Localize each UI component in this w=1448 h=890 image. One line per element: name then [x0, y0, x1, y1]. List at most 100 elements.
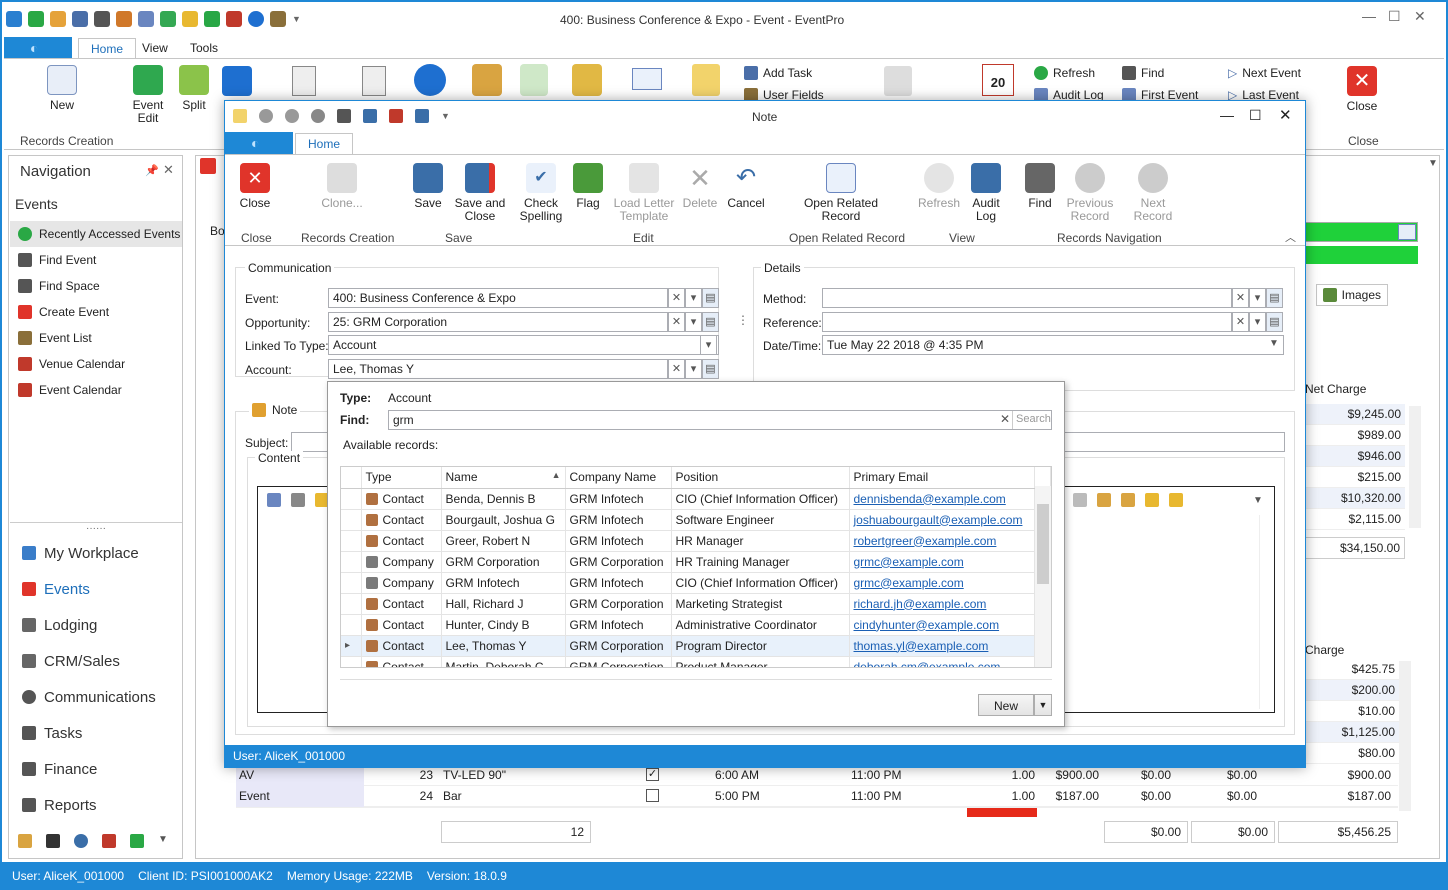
- linked-type-select[interactable]: Account: [328, 335, 719, 355]
- lookup-icon[interactable]: ▤: [702, 312, 719, 332]
- mail-icon[interactable]: [632, 68, 662, 90]
- chevron-down-icon[interactable]: ▾: [1249, 288, 1266, 308]
- nav-close-icon[interactable]: ✕: [163, 162, 174, 178]
- user-icon[interactable]: [50, 11, 66, 27]
- grid-icon[interactable]: [138, 11, 154, 27]
- column-company[interactable]: Company Name: [565, 467, 672, 489]
- notes-icon[interactable]: [692, 64, 720, 96]
- chevron-down-icon[interactable]: ▾: [685, 288, 702, 308]
- dialog-find-button[interactable]: Find: [1025, 163, 1055, 210]
- nav-item-find-space[interactable]: Find Space: [10, 273, 182, 299]
- event-edit-button[interactable]: Event Edit: [128, 65, 168, 125]
- chevron-down-icon[interactable]: ▼: [158, 834, 168, 848]
- refresh-icon[interactable]: [311, 109, 325, 123]
- back-icon[interactable]: [259, 109, 273, 123]
- tab-view[interactable]: View: [130, 38, 180, 58]
- clear-icon[interactable]: ✕: [668, 288, 685, 308]
- export-icon[interactable]: [362, 66, 386, 96]
- dialog-audit-log-button[interactable]: Audit Log: [971, 163, 1001, 223]
- table-row[interactable]: Contact Greer, Robert N GRM Infotech HR Man…: [341, 530, 1051, 552]
- import-icon[interactable]: [292, 66, 316, 96]
- chevron-down-icon[interactable]: ▼: [1269, 338, 1279, 349]
- find-text-icon[interactable]: [1145, 493, 1159, 507]
- table-row[interactable]: Contact Bourgault, Joshua G GRM Infotech So…: [341, 509, 1051, 531]
- dialog-minimize-icon[interactable]: —: [1220, 107, 1234, 123]
- chevron-down-icon[interactable]: ▼: [292, 14, 301, 24]
- module-crm-sales[interactable]: CRM/Sales: [10, 643, 182, 679]
- module-communications[interactable]: Communications: [10, 679, 182, 715]
- dialog-close-button[interactable]: ✕ Close: [237, 163, 273, 210]
- pin-icon[interactable]: 📌: [145, 164, 159, 177]
- popup-find-input[interactable]: grm: [388, 410, 1052, 430]
- clear-icon[interactable]: ✕: [668, 312, 685, 332]
- chevron-down-icon[interactable]: ▼: [441, 111, 450, 121]
- nav-item-event-list[interactable]: Event List: [10, 325, 182, 351]
- clear-icon[interactable]: ✕: [668, 359, 685, 379]
- popup-new-button[interactable]: New: [978, 694, 1034, 716]
- module-my-workplace[interactable]: My Workplace: [10, 535, 182, 571]
- module-reports[interactable]: Reports: [10, 787, 182, 823]
- table-row[interactable]: Contact Hall, Richard J GRM Corporation Mar…: [341, 593, 1051, 615]
- info-icon[interactable]: [414, 64, 446, 96]
- maximize-icon[interactable]: ☐: [1388, 8, 1401, 25]
- close-event-button[interactable]: ✕ Close: [1344, 66, 1380, 113]
- account-field[interactable]: Lee, Thomas Y: [328, 359, 668, 379]
- chevron-down-icon[interactable]: ▾: [1249, 312, 1266, 332]
- splitter-dots[interactable]: ⋮: [737, 313, 749, 327]
- minimize-icon[interactable]: —: [1362, 8, 1376, 24]
- save-close-icon[interactable]: [389, 109, 403, 123]
- add-doc-icon[interactable]: [160, 11, 176, 27]
- nav-item-create-event[interactable]: Create Event: [10, 299, 182, 325]
- email-link[interactable]: thomas.yl@example.com: [854, 639, 989, 653]
- nav-item-venue-calendar[interactable]: Venue Calendar: [10, 351, 182, 377]
- cell-email[interactable]: grmc@example.com: [849, 572, 1035, 594]
- table-row[interactable]: Event 24 Bar 5:00 PM 11:00 PM 1.00 $187.00 $0.0…: [236, 786, 1398, 807]
- dialog-refresh-button[interactable]: Refresh: [917, 163, 961, 210]
- check-spelling-button[interactable]: ✔ Check Spelling: [520, 163, 562, 223]
- cell-email[interactable]: joshuabourgault@example.com: [849, 509, 1035, 531]
- zoom-icon[interactable]: [291, 493, 305, 507]
- find-button[interactable]: Find: [1122, 66, 1164, 80]
- chevron-down-icon[interactable]: ▼: [1253, 495, 1263, 506]
- column-type[interactable]: Type: [361, 467, 442, 489]
- checkbox[interactable]: ✓: [646, 768, 659, 781]
- delete-button[interactable]: ✕ Delete: [681, 163, 719, 210]
- cell-email[interactable]: thomas.yl@example.com: [849, 635, 1035, 657]
- users-icon[interactable]: [270, 11, 286, 27]
- table-row[interactable]: Contact Benda, Dennis B GRM Infotech CIO (C…: [341, 488, 1051, 510]
- table-row[interactable]: ▸ Contact Lee, Thomas Y GRM Corporation Prog…: [341, 635, 1051, 657]
- scrollbar[interactable]: [1399, 661, 1411, 811]
- editor-scrollbar[interactable]: [1259, 515, 1271, 709]
- datetime-field[interactable]: Tue May 22 2018 @ 4:35 PM: [822, 335, 1284, 355]
- doc-icon[interactable]: [267, 493, 281, 507]
- save-button[interactable]: Save: [413, 163, 443, 210]
- add-money-icon[interactable]: [520, 64, 548, 96]
- close-icon[interactable]: ✕: [1414, 8, 1426, 25]
- line-chart-icon[interactable]: [130, 834, 144, 848]
- clear-icon[interactable]: ✕: [1232, 288, 1249, 308]
- cell-email[interactable]: grmc@example.com: [849, 551, 1035, 573]
- module-finance[interactable]: Finance: [10, 751, 182, 787]
- email-link[interactable]: cindyhunter@example.com: [854, 618, 1000, 632]
- tab-tools[interactable]: Tools: [178, 38, 230, 58]
- chevron-down-icon[interactable]: ▾: [700, 335, 717, 355]
- split-button[interactable]: Split: [176, 65, 212, 112]
- next-record-button[interactable]: Next Record: [1121, 163, 1185, 223]
- flag-button[interactable]: Flag: [573, 163, 603, 210]
- email-link[interactable]: dennisbenda@example.com: [854, 492, 1006, 506]
- records-scrollbar[interactable]: [1035, 486, 1051, 667]
- info-icon[interactable]: [248, 11, 264, 27]
- undo-icon[interactable]: [415, 109, 429, 123]
- table-row[interactable]: Contact Martin, Deborah C GRM Corporation P…: [341, 656, 1051, 667]
- tab-home[interactable]: Home: [78, 38, 137, 60]
- lookup-icon[interactable]: ▤: [1266, 312, 1283, 332]
- add-task-button[interactable]: Add Task: [744, 66, 812, 80]
- method-field[interactable]: [822, 288, 1232, 308]
- previous-record-button[interactable]: Previous Record: [1067, 163, 1113, 223]
- next-event-button[interactable]: ▷ Next Event: [1228, 66, 1301, 80]
- nav-item-find-event[interactable]: Find Event: [10, 247, 182, 273]
- lookup-icon[interactable]: ▤: [702, 359, 719, 379]
- lookup-icon[interactable]: ▤: [702, 288, 719, 308]
- open-related-record-button[interactable]: Open Related Record: [803, 163, 879, 223]
- cell-email[interactable]: robertgreer@example.com: [849, 530, 1035, 552]
